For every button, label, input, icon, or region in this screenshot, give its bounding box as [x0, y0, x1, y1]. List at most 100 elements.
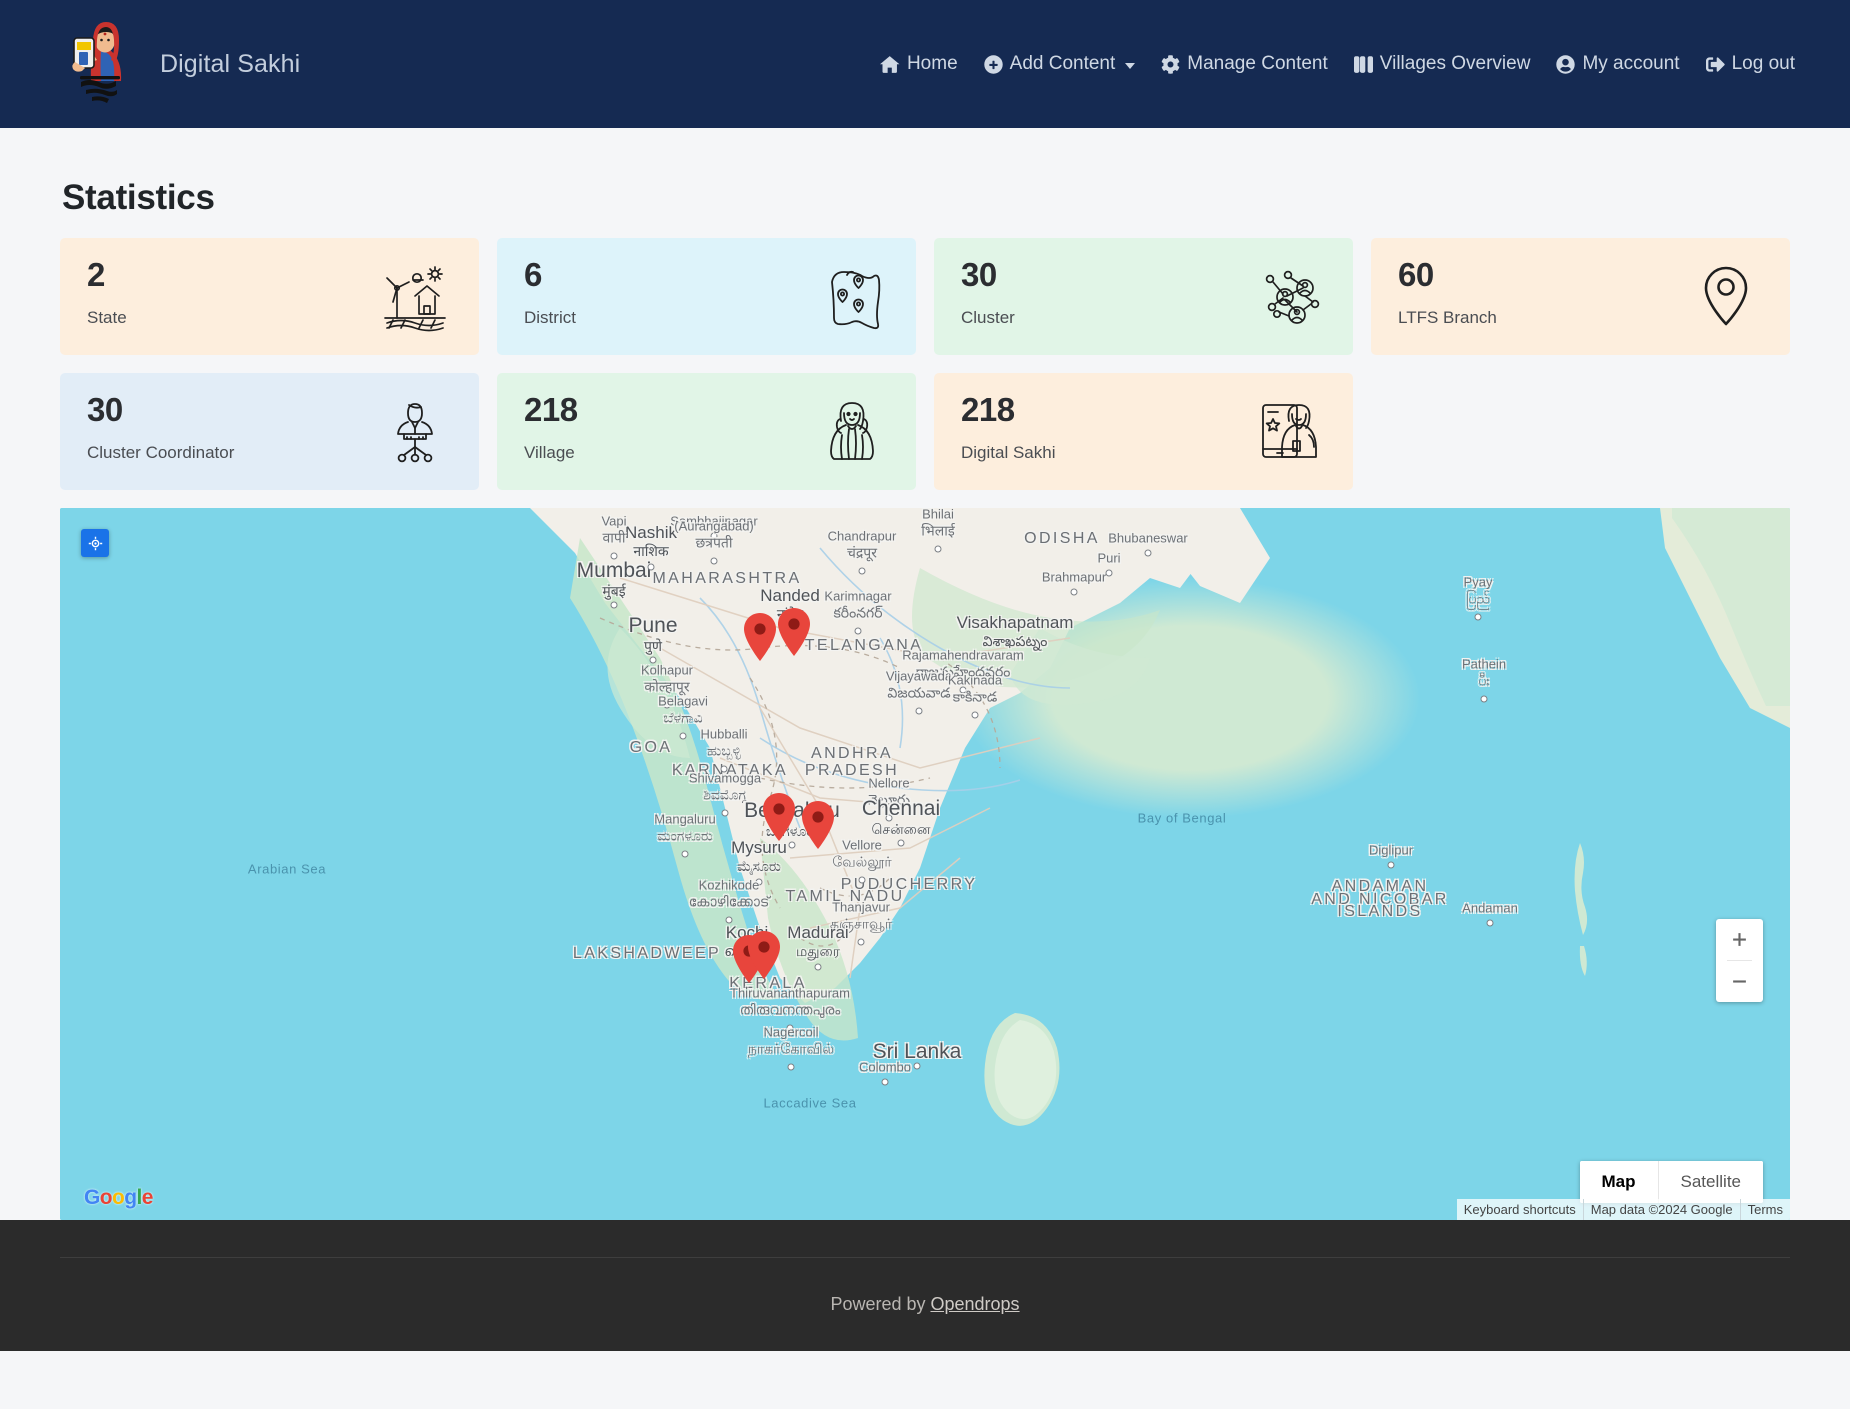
map-city-dot [971, 711, 979, 719]
map-city-dot [881, 1078, 889, 1086]
marker-maharashtra-west[interactable] [743, 613, 777, 661]
map-city-dot [1474, 613, 1482, 621]
map-city-dot [649, 656, 657, 664]
stat-card-cluster-coordinator[interactable]: 30 Cluster Coordinator [60, 373, 479, 490]
brand-title: Digital Sakhi [160, 49, 301, 78]
stat-card-ltfs-branch[interactable]: 60 LTFS Branch [1371, 238, 1790, 355]
marker-kerala-east[interactable] [747, 931, 781, 979]
stat-card-cluster-value: 30 [961, 256, 997, 293]
map-city-dot [854, 627, 862, 635]
map-city-dot [814, 963, 822, 971]
primary-navigation: Home Add Content Manage Content Villages… [879, 53, 1795, 75]
map-city-dot [959, 686, 967, 694]
nav-item-manage-content-label: Manage Content [1187, 53, 1328, 74]
nav-item-add-content[interactable]: Add Content [983, 53, 1136, 75]
map-type-map-button[interactable]: Map [1579, 1161, 1658, 1203]
map-city-dot [857, 938, 865, 946]
stat-card-district[interactable]: 6 District [497, 238, 916, 355]
map-pin-icon [1690, 260, 1762, 332]
map-city-dot [725, 916, 733, 924]
coordinator-icon [379, 395, 451, 467]
village-landscape-icon [379, 260, 451, 332]
stat-card-state-value: 2 [87, 256, 105, 293]
map-city-dot [915, 707, 923, 715]
top-navbar: Digital Sakhi Home Add Content Manage Co… [0, 0, 1850, 128]
map-type-toggle[interactable]: Map Satellite [1579, 1161, 1763, 1203]
marker-bengaluru-east[interactable] [801, 801, 835, 849]
stat-card-village-label: Village [524, 442, 575, 462]
villages-map[interactable]: MAHARASHTRA TELANGANA ANDHRA PRADESH KARNATA… [60, 508, 1790, 1220]
map-city-dot [913, 1062, 921, 1070]
stat-card-digital-sakhi-label: Digital Sakhi [961, 442, 1056, 462]
zoom-in-button[interactable] [1716, 919, 1763, 960]
zoom-out-button[interactable] [1716, 961, 1763, 1002]
opendrops-link[interactable]: Opendrops [931, 1294, 1020, 1314]
map-city-dot [1105, 569, 1113, 577]
map-city-dot [610, 601, 618, 609]
statistics-grid-row-2: 30 Cluster Coordinator 218 Village 218 D… [60, 373, 1790, 490]
map-city-dot [1480, 695, 1488, 703]
map-city-dot [786, 1024, 794, 1032]
footer-divider [60, 1256, 1790, 1258]
map-type-satellite-button[interactable]: Satellite [1657, 1161, 1763, 1203]
map-city-dot [934, 545, 942, 553]
stat-card-digital-sakhi-text: 218 Digital Sakhi [961, 391, 1056, 463]
stat-card-cluster[interactable]: 30 Cluster [934, 238, 1353, 355]
map-city-dot [787, 1063, 795, 1071]
district-map-pins-icon [816, 260, 888, 332]
stat-card-ltfs-branch-label: LTFS Branch [1398, 307, 1497, 327]
stat-card-village-text: 218 Village [524, 391, 578, 463]
stat-card-digital-sakhi-value: 218 [961, 391, 1015, 428]
crosshair-location-icon[interactable] [81, 529, 109, 557]
stat-card-district-value: 6 [524, 256, 542, 293]
home-icon [879, 55, 900, 73]
stat-card-state-label: State [87, 307, 127, 327]
google-logo[interactable]: Google [84, 1186, 153, 1210]
nav-item-add-content-label: Add Content [1009, 53, 1116, 74]
stat-card-digital-sakhi[interactable]: 218 Digital Sakhi [934, 373, 1353, 490]
keyboard-shortcuts-link[interactable]: Keyboard shortcuts [1456, 1199, 1583, 1220]
nav-item-my-account-label: My account [1582, 53, 1680, 74]
stat-card-district-text: 6 District [524, 256, 576, 328]
nav-item-my-account[interactable]: My account [1556, 53, 1680, 75]
map-city-dot [710, 532, 718, 540]
stat-card-village[interactable]: 218 Village [497, 373, 916, 490]
page-content: Statistics 2 State 6 District 30 Cluster… [0, 128, 1850, 1220]
map-city-dot [720, 765, 728, 773]
terms-link[interactable]: Terms [1740, 1199, 1790, 1220]
map-city-dot [858, 567, 866, 575]
map-city-dot [1144, 549, 1152, 557]
stat-card-cluster-label: Cluster [961, 307, 1015, 327]
sign-out-icon [1705, 55, 1725, 74]
marker-maharashtra-east[interactable] [777, 608, 811, 656]
nav-item-manage-content[interactable]: Manage Content [1161, 53, 1328, 75]
map-city-dot [721, 809, 729, 817]
map-data-credit: Map data ©2024 Google [1583, 1199, 1740, 1220]
map-zoom-controls[interactable] [1716, 919, 1763, 1002]
map-city-dot [663, 701, 671, 709]
map-city-dot [1070, 588, 1078, 596]
stat-card-cluster-coordinator-value: 30 [87, 391, 123, 428]
user-circle-icon [1556, 54, 1576, 74]
map-city-dot [1387, 861, 1395, 869]
stat-card-village-value: 218 [524, 391, 578, 428]
stat-card-state[interactable]: 2 State [60, 238, 479, 355]
map-city-dot [885, 814, 893, 822]
stat-card-placeholder [1371, 373, 1790, 490]
map-city-dot [647, 563, 655, 571]
nav-item-villages-overview[interactable]: Villages Overview [1353, 53, 1530, 75]
stat-card-ltfs-branch-text: 60 LTFS Branch [1398, 256, 1497, 328]
brand-link[interactable]: Digital Sakhi [60, 18, 300, 110]
nav-item-home-label: Home [906, 53, 958, 74]
chevron-down-icon[interactable] [1125, 62, 1136, 69]
marker-bengaluru-west[interactable] [762, 793, 796, 841]
nav-item-log-out[interactable]: Log out [1705, 53, 1795, 75]
map-city-dot [1011, 653, 1019, 661]
map-city-dot [755, 878, 763, 886]
stat-card-cluster-coordinator-label: Cluster Coordinator [87, 442, 235, 462]
mobile-woman-star-icon [1253, 395, 1325, 467]
footer-credit: Powered by Opendrops [60, 1294, 1790, 1315]
stat-card-district-label: District [524, 307, 576, 327]
stat-card-ltfs-branch-value: 60 [1398, 256, 1434, 293]
nav-item-home[interactable]: Home [879, 53, 958, 75]
